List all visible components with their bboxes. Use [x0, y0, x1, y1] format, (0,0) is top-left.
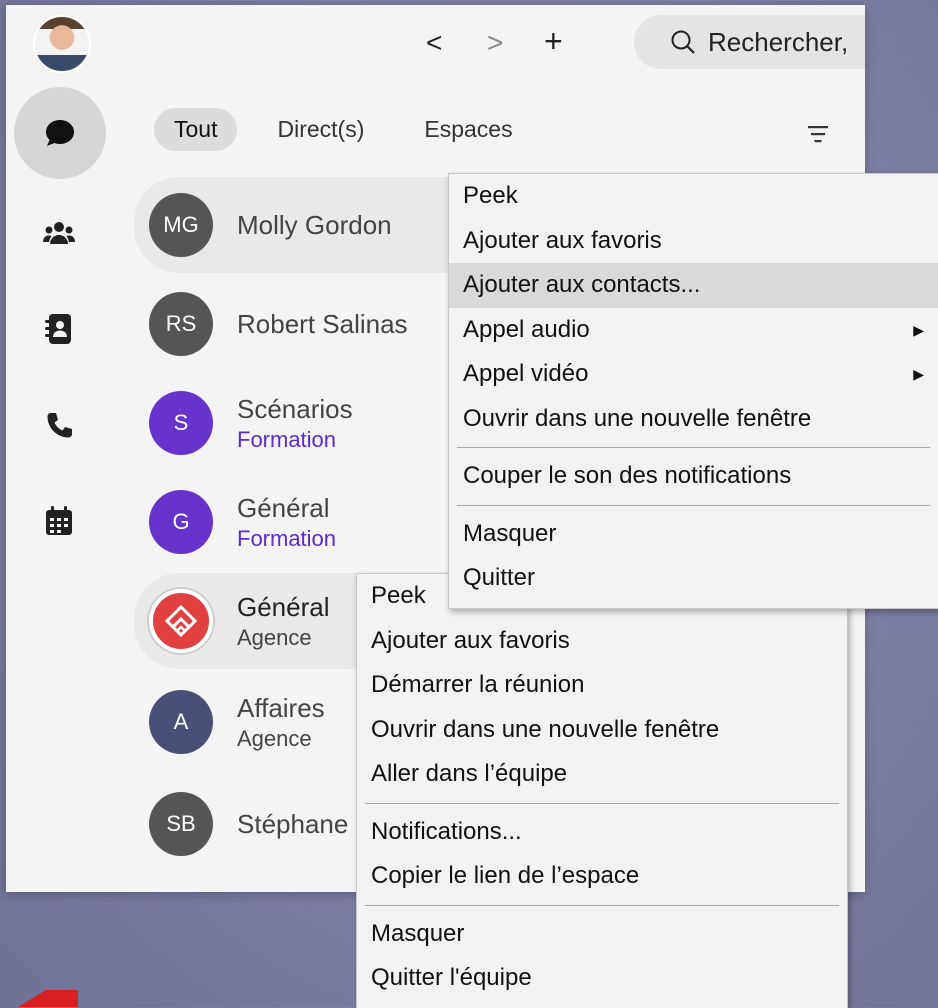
- submenu-arrow-icon: ▶: [913, 321, 924, 338]
- menu-item-audio-call[interactable]: Appel audio ▶: [449, 308, 938, 353]
- brand-logo-fragment: [18, 990, 78, 1007]
- conversation-team: Formation: [237, 426, 337, 452]
- calendar-icon: [46, 506, 72, 535]
- menu-item-go-to-team[interactable]: Aller dans l’équipe: [357, 752, 847, 797]
- menu-separator: [457, 447, 930, 448]
- menu-item-label: Appel vidéo: [463, 360, 589, 387]
- filter-icon[interactable]: [806, 123, 830, 145]
- conversation-name: Général: [237, 591, 330, 622]
- conversation-name: Affaires: [237, 692, 325, 723]
- tab-direct[interactable]: Direct(s): [257, 108, 384, 151]
- menu-item-copy-space-link[interactable]: Copier le lien de l’espace: [357, 854, 847, 899]
- tab-spaces[interactable]: Espaces: [404, 108, 532, 151]
- avatar: A: [149, 690, 213, 754]
- menu-separator: [457, 504, 930, 506]
- menu-item-open-new-window[interactable]: Ouvrir dans une nouvelle fenêtre: [357, 708, 847, 753]
- agency-logo-icon: [164, 604, 198, 638]
- filter-tabs: Tout Direct(s) Espaces: [154, 108, 553, 151]
- chat-icon: [46, 120, 74, 146]
- conversation-team: Formation: [237, 525, 337, 551]
- search-icon: [671, 30, 695, 54]
- menu-separator: [365, 904, 839, 906]
- avatar: RS: [149, 292, 213, 356]
- menu-item-open-new-window[interactable]: Ouvrir dans une nouvelle fenêtre: [449, 397, 938, 442]
- avatar: G: [149, 490, 213, 554]
- menu-item-hide[interactable]: Masquer: [449, 512, 938, 557]
- left-rail: [6, 5, 111, 892]
- conversation-name: Scénarios: [237, 393, 353, 424]
- menu-separator: [365, 802, 839, 804]
- menu-item-leave[interactable]: Quitter: [449, 556, 938, 601]
- forward-button[interactable]: >: [487, 27, 503, 59]
- rail-calendar-button[interactable]: [31, 493, 87, 549]
- avatar: MG: [149, 193, 213, 257]
- menu-item-video-call[interactable]: Appel vidéo ▶: [449, 352, 938, 397]
- avatar: [149, 589, 213, 653]
- back-button[interactable]: <: [426, 27, 442, 59]
- rail-calls-button[interactable]: [31, 398, 87, 454]
- search-placeholder: Rechercher,: [708, 26, 849, 57]
- phone-icon: [47, 413, 72, 438]
- menu-item-add-favorite[interactable]: Ajouter aux favoris: [357, 619, 847, 664]
- rail-contacts-button[interactable]: [31, 301, 87, 357]
- conversation-name: Stéphane: [237, 808, 349, 839]
- menu-item-peek[interactable]: Peek: [449, 174, 938, 219]
- submenu-arrow-icon: ▶: [913, 366, 924, 382]
- conversation-team: Agence: [237, 624, 312, 650]
- conversation-name: Molly Gordon: [237, 209, 392, 240]
- contacts-icon: [45, 314, 71, 344]
- team-icon: [43, 222, 75, 244]
- person-context-menu: Peek Ajouter aux favoris Ajouter aux con…: [448, 173, 938, 609]
- rail-messages-button[interactable]: [14, 87, 106, 179]
- menu-item-hide[interactable]: Masquer: [357, 912, 847, 957]
- menu-item-notifications[interactable]: Notifications...: [357, 810, 847, 855]
- conversation-team: Agence: [237, 725, 312, 751]
- rail-teams-button[interactable]: [31, 205, 87, 261]
- menu-item-leave-team[interactable]: Quitter l'équipe: [357, 956, 847, 1001]
- user-avatar[interactable]: [33, 15, 91, 73]
- conversation-name: Robert Salinas: [237, 308, 408, 339]
- avatar: SB: [149, 792, 213, 856]
- menu-item-start-meeting[interactable]: Démarrer la réunion: [357, 663, 847, 708]
- menu-item-add-favorite[interactable]: Ajouter aux favoris: [449, 219, 938, 264]
- tab-all[interactable]: Tout: [154, 108, 238, 151]
- new-button[interactable]: +: [544, 23, 563, 60]
- search-bar[interactable]: Rechercher,: [634, 15, 865, 69]
- menu-item-label: Appel audio: [463, 315, 590, 343]
- conversation-name: Général: [237, 492, 330, 523]
- menu-item-add-contact[interactable]: Ajouter aux contacts...: [449, 263, 938, 308]
- menu-item-mute-notifications[interactable]: Couper le son des notifications: [449, 454, 938, 499]
- space-context-menu: Peek Ajouter aux favoris Démarrer la réu…: [356, 573, 848, 1008]
- avatar: S: [149, 391, 213, 455]
